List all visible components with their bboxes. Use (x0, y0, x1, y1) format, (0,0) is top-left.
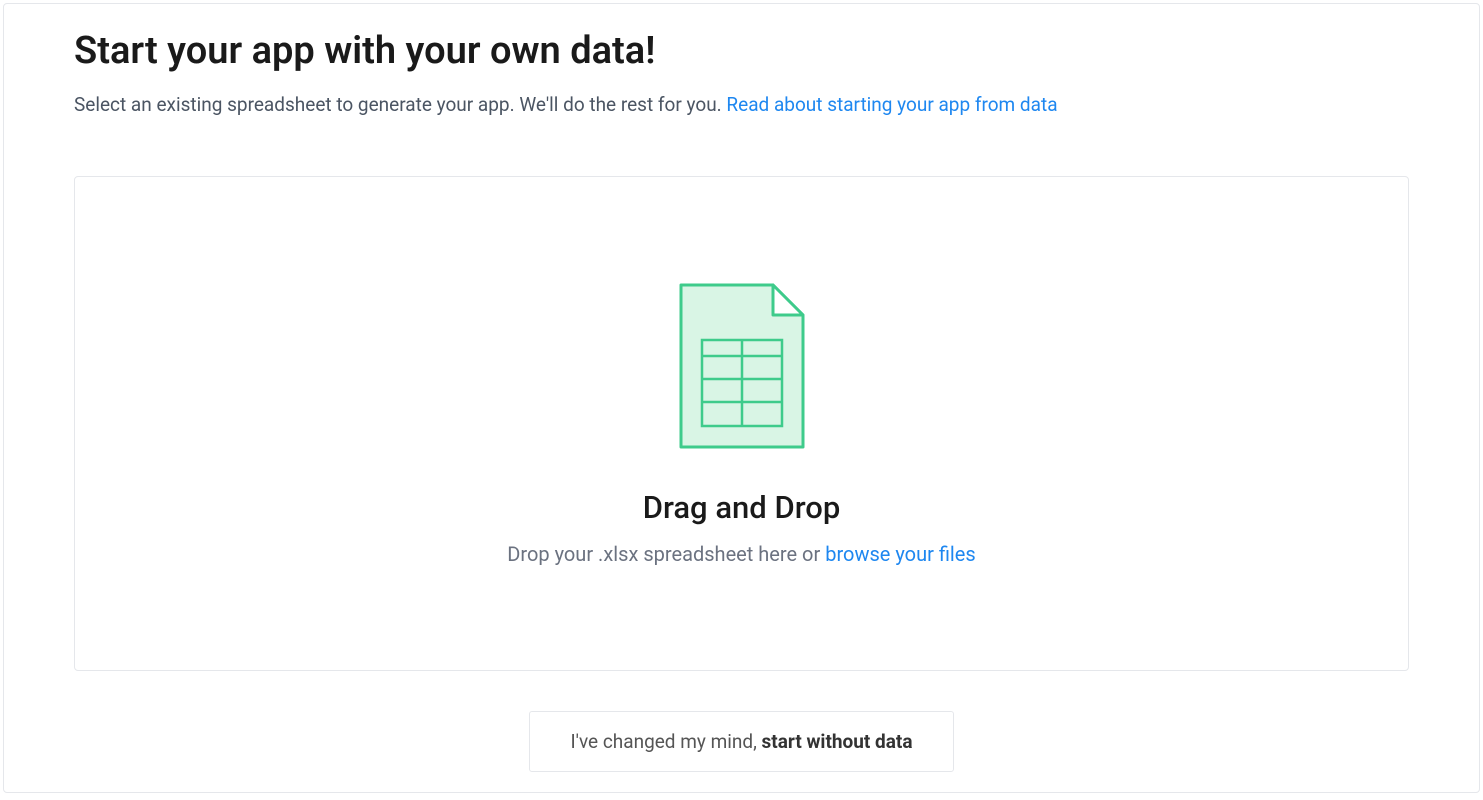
page-subtitle: Select an existing spreadsheet to genera… (74, 93, 1409, 116)
file-dropzone[interactable]: Drag and Drop Drop your .xlsx spreadshee… (74, 176, 1409, 671)
page-title: Start your app with your own data! (74, 29, 1409, 73)
subtitle-text: Select an existing spreadsheet to genera… (74, 93, 726, 116)
skip-prefix: I've changed my mind, (570, 730, 761, 753)
skip-bold: start without data (762, 730, 913, 753)
read-about-link[interactable]: Read about starting your app from data (726, 93, 1057, 116)
dropzone-instruction-text: Drop your .xlsx spreadsheet here or (507, 542, 825, 566)
dropzone-title: Drag and Drop (643, 489, 841, 526)
browse-files-link[interactable]: browse your files (825, 542, 976, 566)
bottom-actions: I've changed my mind, start without data (74, 711, 1409, 772)
start-without-data-button[interactable]: I've changed my mind, start without data (529, 711, 953, 772)
spreadsheet-file-icon (678, 282, 806, 454)
dropzone-instruction: Drop your .xlsx spreadsheet here or brow… (507, 542, 975, 566)
main-panel: Start your app with your own data! Selec… (3, 3, 1480, 793)
